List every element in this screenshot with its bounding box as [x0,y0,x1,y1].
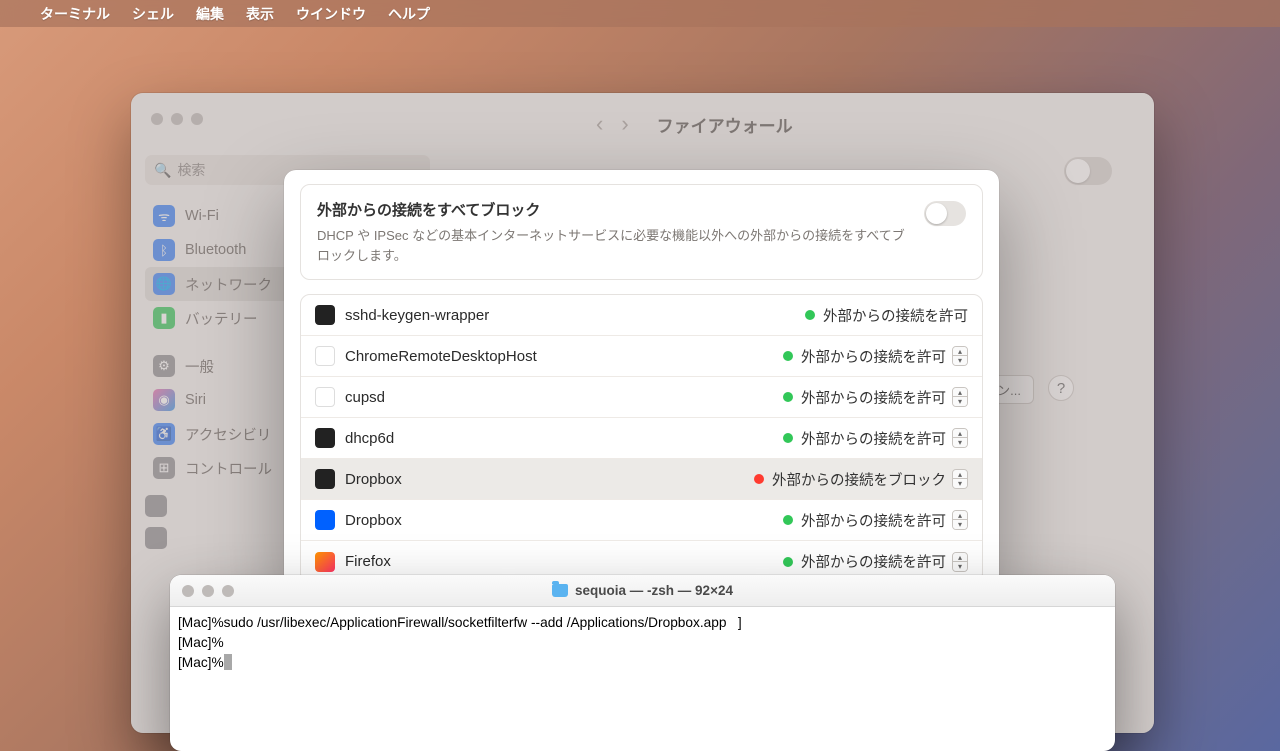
app-icon [315,346,335,366]
terminal-close-button[interactable] [182,585,194,597]
sidebar-label: バッテリー [185,308,258,329]
nav-forward-button[interactable]: › [621,111,628,137]
app-icon [315,552,335,572]
status-dot [754,474,764,484]
status-text: 外部からの接続を許可 [801,428,946,449]
app-name-label: dhcp6d [345,430,783,447]
terminal-titlebar[interactable]: sequoia — -zsh — 92×24 [170,575,1115,607]
firewall-app-row[interactable]: sshd-keygen-wrapper 外部からの接続を許可 [301,295,982,336]
menu-shell[interactable]: シェル [132,4,174,24]
status-text: 外部からの接続を許可 [801,346,946,367]
sidebar-label: Bluetooth [185,242,246,258]
sidebar-label: アクセシビリ [185,424,271,445]
status-stepper[interactable]: ▴▾ [952,510,968,530]
status-text: 外部からの接続をブロック [772,469,946,490]
nav-back-button[interactable]: ‹ [596,111,603,137]
control-center-icon: ⊞ [153,457,175,479]
firewall-app-row[interactable]: Dropbox 外部からの接続を許可 ▴▾ [301,500,982,541]
sidebar-label: Wi-Fi [185,208,219,224]
app-name-label: ChromeRemoteDesktopHost [345,348,783,365]
terminal-minimize-button[interactable] [202,585,214,597]
menu-window[interactable]: ウインドウ [296,4,366,24]
app-name-label: Firefox [345,553,783,570]
firewall-toggle[interactable] [1064,157,1112,185]
terminal-cursor [224,654,232,670]
settings-title: ファイアウォール [657,112,793,137]
block-all-title: 外部からの接続をすべてブロック [317,199,910,220]
folder-icon [552,584,568,597]
firewall-app-list: sshd-keygen-wrapper外部からの接続を許可ChromeRemot… [300,294,983,583]
sidebar-label: 一般 [185,356,214,377]
app-name-label: Dropbox [345,512,783,529]
settings-minimize-button[interactable] [171,113,183,125]
settings-traffic-lights [151,113,203,125]
firewall-app-row[interactable]: dhcp6d 外部からの接続を許可 ▴▾ [301,418,982,459]
settings-nav: ‹ › ファイアウォール [596,104,793,144]
firewall-options-sheet: 外部からの接続をすべてブロック DHCP や IPSec などの基本インターネッ… [284,170,999,595]
firewall-app-row[interactable]: ChromeRemoteDesktopHost 外部からの接続を許可 ▴▾ [301,336,982,377]
block-all-description: DHCP や IPSec などの基本インターネットサービスに必要な機能以外への外… [317,226,910,265]
status-text: 外部からの接続を許可 [801,510,946,531]
menu-bar: ターミナル シェル 編集 表示 ウインドウ ヘルプ [0,0,1280,27]
app-icon [315,428,335,448]
block-all-card: 外部からの接続をすべてブロック DHCP や IPSec などの基本インターネッ… [300,184,983,280]
status-text: 外部からの接続を許可 [801,551,946,572]
status-stepper[interactable]: ▴▾ [952,428,968,448]
app-name-label: cupsd [345,389,783,406]
firewall-app-row[interactable]: cupsd 外部からの接続を許可 ▴▾ [301,377,982,418]
status-dot [783,351,793,361]
siri-icon: ◉ [153,389,175,411]
app-name-label: sshd-keygen-wrapper [345,307,805,324]
app-icon [315,510,335,530]
app-icon [315,387,335,407]
terminal-title: sequoia — -zsh — 92×24 [575,583,733,598]
block-all-toggle[interactable] [924,201,966,226]
status-dot [783,392,793,402]
battery-icon: ▮ [153,307,175,329]
status-dot [783,433,793,443]
terminal-zoom-button[interactable] [222,585,234,597]
settings-close-button[interactable] [151,113,163,125]
help-button[interactable]: ? [1048,375,1074,401]
sidebar-item-extra[interactable] [145,527,167,549]
menu-edit[interactable]: 編集 [196,4,224,24]
status-stepper[interactable]: ▴▾ [952,387,968,407]
firewall-app-row[interactable]: Dropbox 外部からの接続をブロック ▴▾ [301,459,982,500]
status-stepper[interactable]: ▴▾ [952,346,968,366]
status-text: 外部からの接続を許可 [823,305,968,326]
sidebar-item-extra[interactable] [145,495,167,517]
search-icon: 🔍 [154,162,171,179]
wifi-icon: ᯤ [153,205,175,227]
accessibility-icon: ♿ [153,423,175,445]
app-name-label: Dropbox [345,471,754,488]
gear-icon: ⚙ [153,355,175,377]
status-dot [783,557,793,567]
status-stepper[interactable]: ▴▾ [952,469,968,489]
terminal-window: sequoia — -zsh — 92×24 [Mac]%sudo /usr/l… [170,575,1115,751]
sidebar-label: コントロール [185,458,272,479]
status-dot [805,310,815,320]
network-icon: 🌐 [153,273,175,295]
menu-app-name[interactable]: ターミナル [40,4,110,24]
status-stepper[interactable]: ▴▾ [952,552,968,572]
menu-view[interactable]: 表示 [246,4,274,24]
search-placeholder: 検索 [177,160,205,180]
bluetooth-icon: ᛒ [153,239,175,261]
sidebar-label: Siri [185,392,206,408]
sidebar-label: ネットワーク [185,274,272,295]
settings-zoom-button[interactable] [191,113,203,125]
status-text: 外部からの接続を許可 [801,387,946,408]
app-icon [315,305,335,325]
app-icon [315,469,335,489]
terminal-body[interactable]: [Mac]%sudo /usr/libexec/ApplicationFirew… [170,607,1115,751]
status-dot [783,515,793,525]
menu-help[interactable]: ヘルプ [388,4,430,24]
